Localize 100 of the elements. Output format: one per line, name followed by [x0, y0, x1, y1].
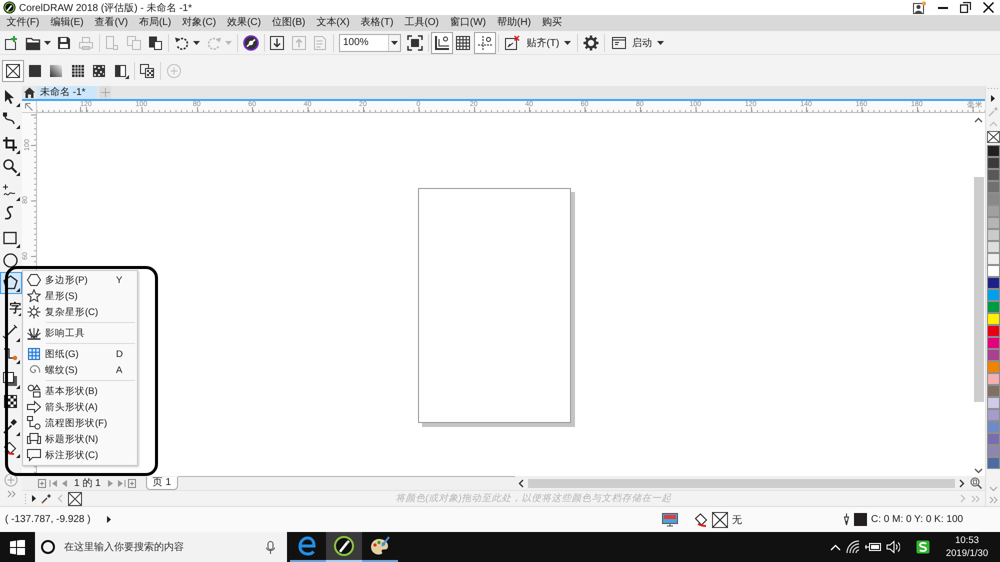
snap-to-dropdown[interactable]: 贴齐(T): [522, 32, 576, 52]
color-swatch-icon[interactable]: [986, 180, 1000, 193]
double-chevron-icon[interactable]: [6, 490, 16, 498]
grid-pattern-icon[interactable]: [70, 62, 86, 78]
menu-item[interactable]: 复杂星形(C): [45, 306, 116, 318]
windows-logo-icon[interactable]: [10, 540, 25, 554]
color-swatch-icon[interactable]: [986, 145, 1000, 157]
document-tab[interactable]: 未命名 -1*: [37, 86, 97, 99]
color-swatch-icon[interactable]: [986, 396, 1000, 409]
crop-icon[interactable]: [2, 136, 20, 154]
search-field[interactable]: 在这里输入你要搜索的内容: [64, 539, 257, 555]
caret-icon[interactable]: [44, 40, 50, 44]
grip-handle[interactable]: [24, 492, 28, 504]
color-swatch-icon[interactable]: [986, 324, 1000, 337]
text-tool[interactable]: 字: [9, 300, 22, 316]
clock-date[interactable]: 2019/1/30: [946, 547, 988, 560]
menu-item[interactable]: 影响工具: [45, 326, 116, 340]
color-swatch-icon[interactable]: [986, 204, 1000, 217]
taskbar-app-button[interactable]: [326, 532, 362, 562]
color-swatch-icon[interactable]: [986, 288, 1000, 301]
snap-off-icon[interactable]: [504, 34, 520, 50]
color-swatch-icon[interactable]: [986, 432, 1000, 445]
search-bar[interactable]: 在这里输入你要搜索的内容: [35, 532, 287, 562]
triangle-right-icon[interactable]: [106, 516, 111, 523]
chevron-down-icon[interactable]: [974, 468, 983, 474]
menu-item[interactable]: 查看(V): [89, 15, 134, 31]
zoom-page-icon[interactable]: [970, 477, 982, 489]
magnifier-icon[interactable]: [2, 158, 20, 176]
no-color-swatch-icon[interactable]: [68, 492, 82, 506]
no-color-swatch-icon[interactable]: [986, 131, 1000, 143]
color-swatch-icon[interactable]: [986, 276, 1000, 289]
scrollbar-thumb[interactable]: [974, 177, 984, 402]
color-swatch-icon[interactable]: [986, 456, 1000, 469]
grip-handle[interactable]: [987, 87, 999, 89]
connector-line-icon[interactable]: [2, 346, 20, 364]
menu-item[interactable]: 标题形状(N): [45, 432, 116, 446]
restore-icon[interactable]: [960, 2, 971, 13]
eyedropper-icon[interactable]: [2, 418, 20, 436]
color-swatch-icon[interactable]: [986, 408, 1000, 421]
node-curve-icon[interactable]: [2, 111, 20, 129]
menu-item[interactable]: 表格(T): [355, 15, 399, 31]
down-arrow-box-icon[interactable]: [269, 34, 286, 50]
add-page-icon[interactable]: [38, 478, 47, 488]
menu-item[interactable]: 文本(X): [310, 15, 356, 31]
user-account-icon[interactable]: [913, 1, 926, 14]
chevron-left-icon[interactable]: [518, 478, 524, 488]
menu-item[interactable]: 购买: [536, 15, 568, 31]
eyedropper-icon[interactable]: [41, 493, 52, 504]
color-swatch-icon[interactable]: [986, 420, 1000, 433]
color-swatch-icon[interactable]: [986, 252, 1000, 265]
menu-item[interactable]: 螺纹(S): [45, 364, 116, 376]
battery-icon[interactable]: [865, 540, 881, 554]
triangle-right-icon[interactable]: [32, 495, 36, 502]
menu-item[interactable]: 流程图形状(F): [45, 416, 116, 430]
color-swatch-icon[interactable]: [986, 300, 1000, 313]
menu-item[interactable]: 效果(C): [222, 15, 266, 31]
freehand-line-icon[interactable]: [2, 183, 20, 201]
ruler-icon[interactable]: [430, 32, 452, 54]
menu-item[interactable]: 帮助(H): [492, 15, 536, 31]
drop-shadow-icon[interactable]: [2, 371, 20, 389]
menu-item[interactable]: 图纸(G): [45, 348, 116, 360]
solid-square-icon[interactable]: [26, 62, 43, 78]
close-icon[interactable]: [983, 2, 994, 13]
no-fill-icon[interactable]: [2, 60, 24, 82]
color-swatch-icon[interactable]: [986, 168, 1000, 181]
caret-icon[interactable]: [193, 40, 200, 44]
texture-square-icon[interactable]: [91, 62, 108, 78]
color-swatch-icon[interactable]: [986, 444, 1000, 457]
tray-app-icon[interactable]: [916, 540, 930, 554]
network-icon[interactable]: [846, 540, 860, 554]
diagonal-line-icon[interactable]: [2, 324, 20, 342]
menu-item[interactable]: 位图(B): [266, 15, 311, 31]
menu-item[interactable]: 标注形状(C): [45, 448, 116, 462]
menu-item[interactable]: 箭头形状(A): [45, 400, 116, 414]
color-swatch-icon[interactable]: [986, 264, 1000, 277]
triangle-right-icon[interactable]: [991, 95, 995, 102]
menu-item[interactable]: 布局(L): [133, 15, 177, 31]
gradient-square-icon[interactable]: [48, 62, 64, 78]
menu-item[interactable]: 星形(S): [45, 290, 116, 302]
pen-nib-icon[interactable]: [843, 513, 850, 526]
ellipse-icon[interactable]: [2, 252, 20, 270]
menu-item[interactable]: 基本形状(B): [45, 384, 116, 398]
arrow-pointer-icon[interactable]: [2, 89, 20, 107]
undo-arrow-icon[interactable]: [174, 34, 190, 50]
half-filled-square-icon[interactable]: [112, 62, 129, 78]
color-swatch-icon[interactable]: [986, 216, 1000, 229]
full-screen-icon[interactable]: [406, 34, 423, 50]
color-swatch-icon[interactable]: [986, 240, 1000, 253]
color-swatch-icon[interactable]: [986, 192, 1000, 205]
color-swatch-icon[interactable]: [986, 384, 1000, 397]
speaker-icon[interactable]: [886, 540, 900, 554]
add-circle-icon[interactable]: [4, 473, 18, 487]
color-swatch-icon[interactable]: [986, 228, 1000, 241]
menu-item[interactable]: 多边形(P): [45, 274, 116, 286]
zoom-level-dropdown[interactable]: 100%: [339, 34, 401, 52]
menu-item[interactable]: 文件(F): [1, 15, 45, 31]
paint-bucket-icon[interactable]: [694, 512, 708, 527]
microphone-icon[interactable]: [266, 540, 275, 554]
color-swatch-icon[interactable]: [986, 156, 1000, 169]
add-page-icon[interactable]: [128, 478, 137, 488]
